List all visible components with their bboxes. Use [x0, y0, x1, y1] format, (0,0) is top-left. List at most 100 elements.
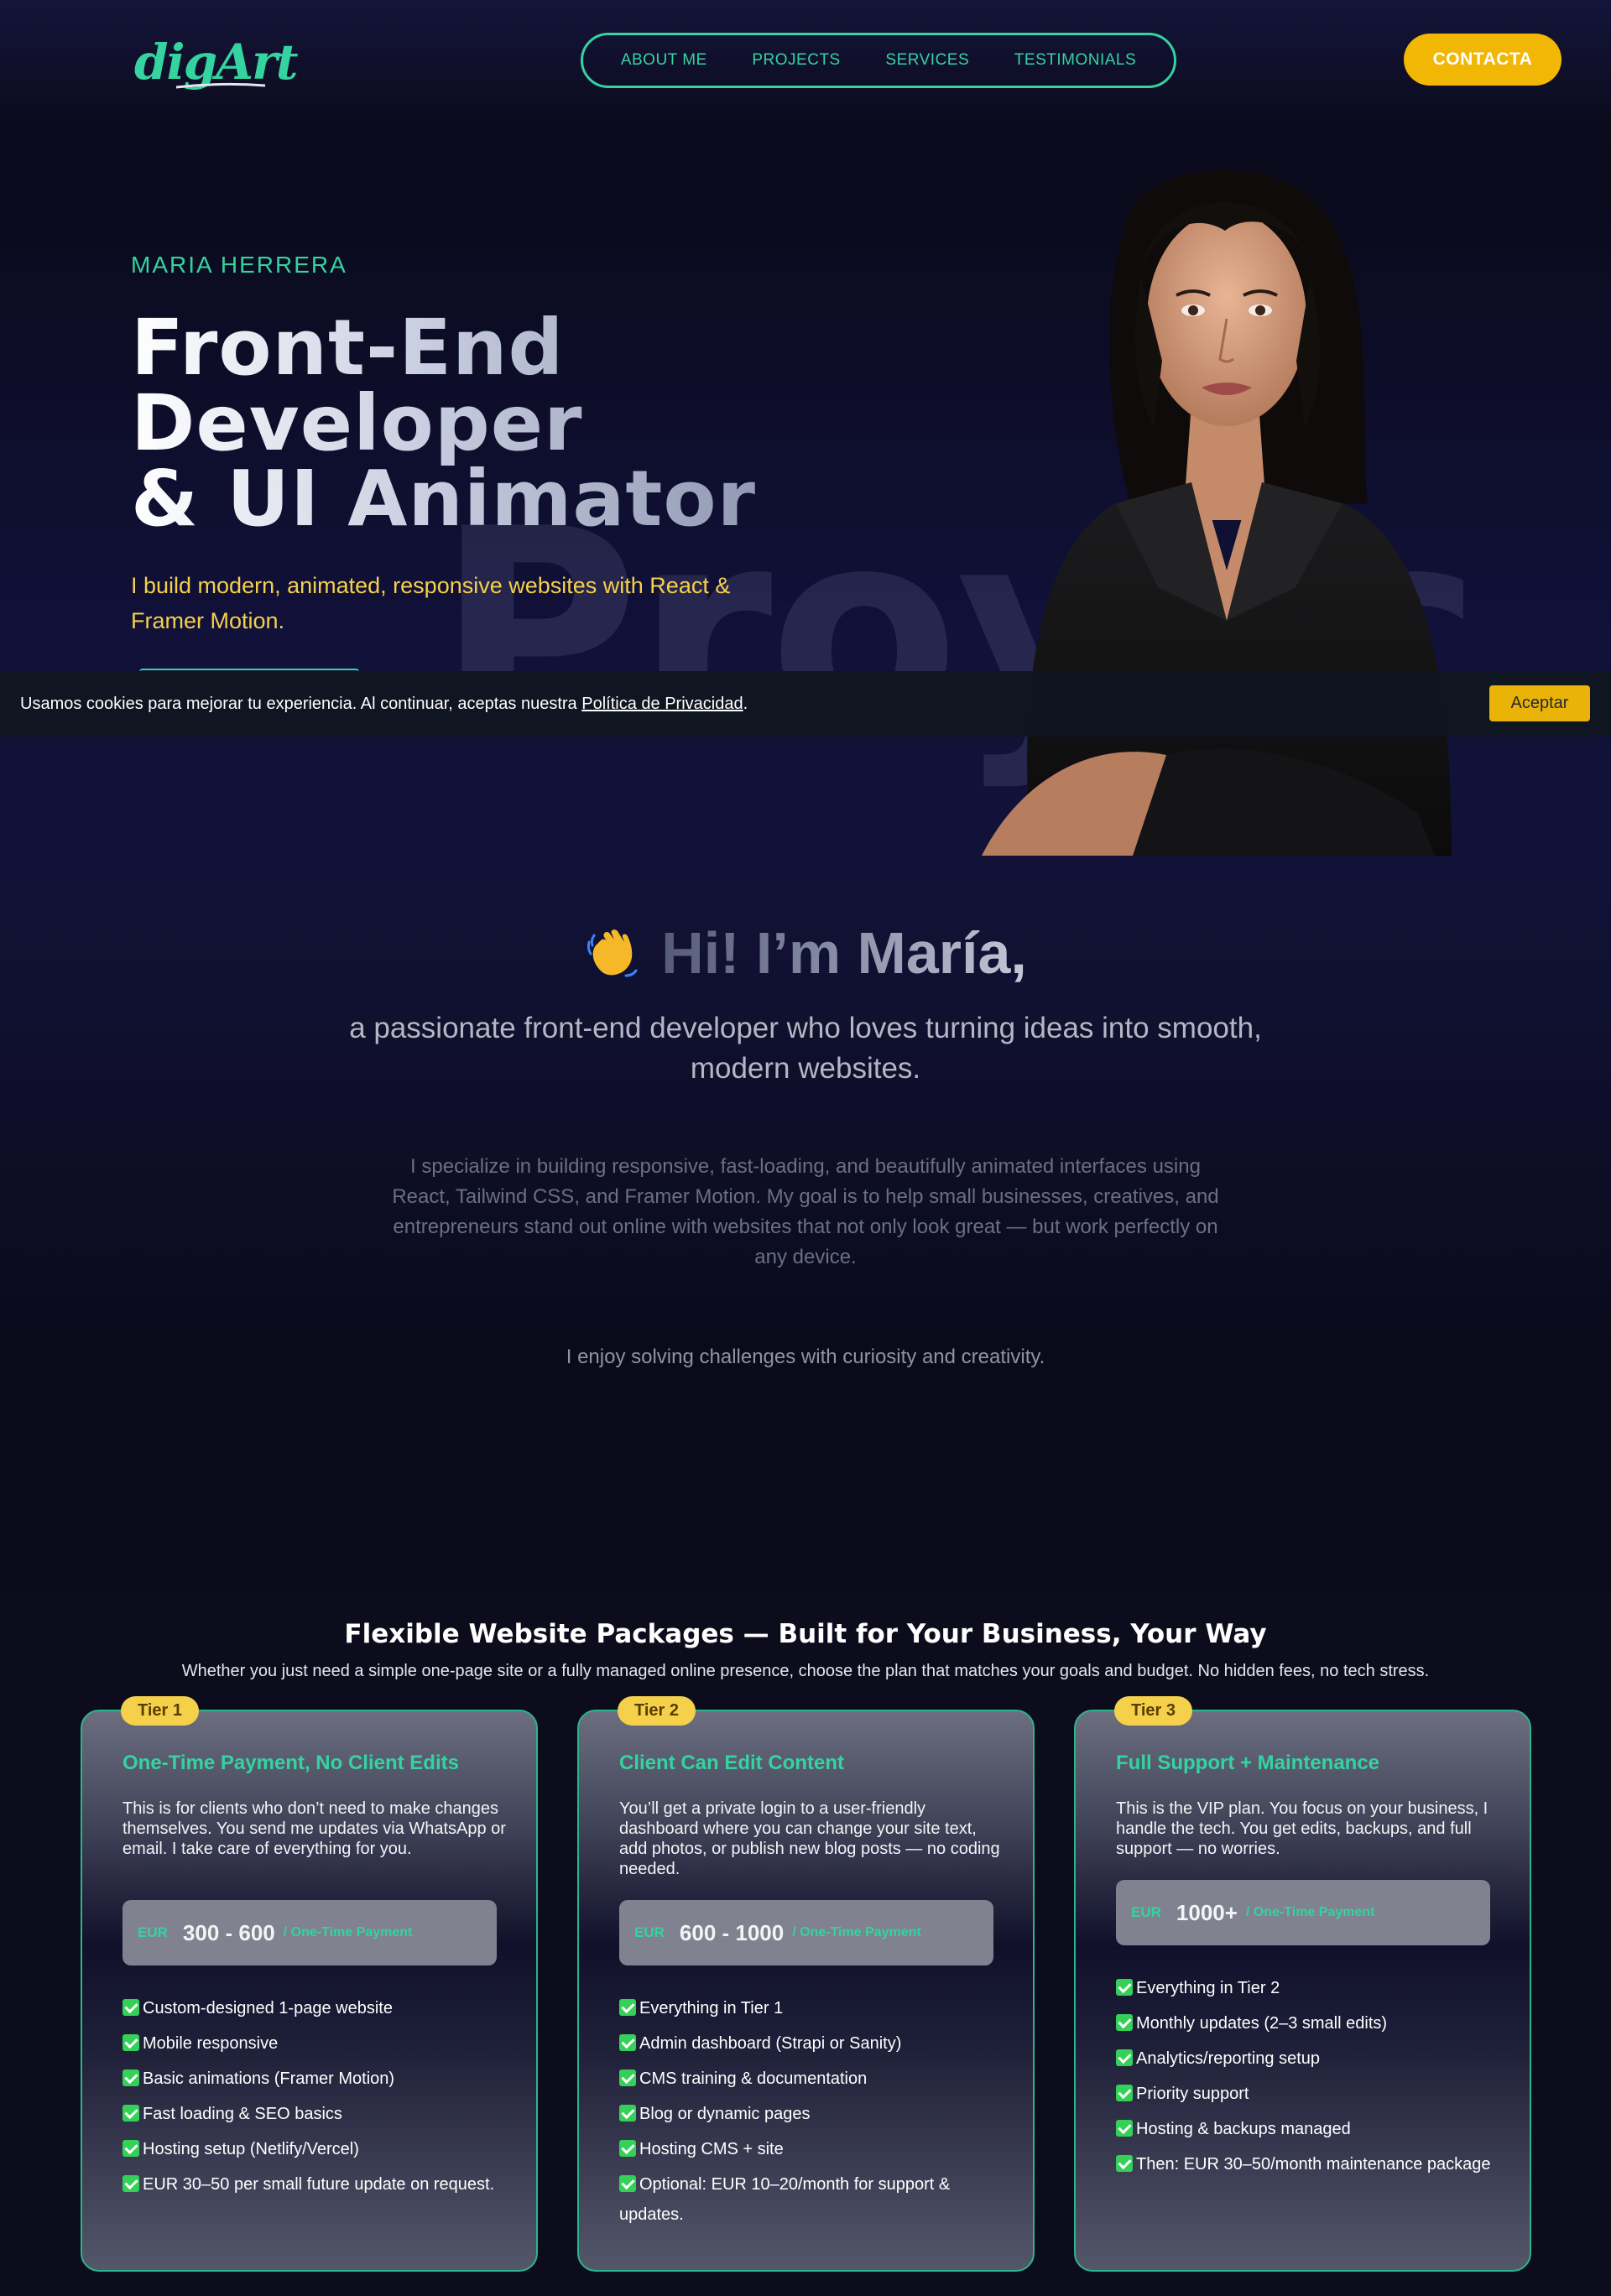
- greeting-text: Hi! I’m María,: [661, 919, 1027, 986]
- tier-badge: Tier 2: [618, 1696, 696, 1726]
- feature-item: Then: EUR 30–50/month maintenance packag…: [1116, 2149, 1494, 2179]
- about-note: I enjoy solving challenges with curiosit…: [566, 1346, 1045, 1368]
- contact-button[interactable]: CONTACTA: [1404, 34, 1561, 86]
- pricing-card-tier-3[interactable]: Tier 3 Full Support + Maintenance This i…: [1074, 1696, 1531, 2272]
- nav-menu: ABOUT ME PROJECTS SERVICES TESTIMONIALS: [581, 33, 1176, 88]
- checkmark-icon: [619, 2105, 636, 2122]
- price-note: / One-Time Payment: [283, 1925, 413, 1939]
- feature-text: Analytics/reporting setup: [1136, 2049, 1321, 2068]
- pricing-card-tier-2[interactable]: Tier 2 Client Can Edit Content You’ll ge…: [577, 1696, 1035, 2272]
- feature-text: Hosting & backups managed: [1136, 2120, 1351, 2138]
- cookie-banner: Usamos cookies para mejorar tu experienc…: [0, 671, 1611, 737]
- cookie-suffix: .: [743, 694, 748, 713]
- price-value: 300 - 600: [182, 1919, 275, 1945]
- feature-item: Hosting & backups managed: [1116, 2114, 1494, 2144]
- feature-item: Optional: EUR 10–20/month for support & …: [619, 2169, 997, 2230]
- feature-item: Mobile responsive: [123, 2028, 500, 2059]
- feature-text: Everything in Tier 2: [1136, 1979, 1280, 1997]
- feature-text: Hosting setup (Netlify/Vercel): [143, 2140, 359, 2158]
- feature-text: EUR 30–50 per small future update on req…: [143, 2175, 495, 2194]
- feature-item: Custom-designed 1-page website: [123, 1993, 500, 2023]
- checkmark-icon: [1116, 2155, 1133, 2172]
- feature-item: Hosting CMS + site: [619, 2134, 997, 2164]
- portrait-photo: [982, 169, 1452, 856]
- nav-link-testimonials[interactable]: TESTIMONIALS: [1014, 51, 1136, 70]
- price-value: 600 - 1000: [679, 1919, 785, 1945]
- checkmark-icon: [619, 1999, 636, 2016]
- card-heading: Client Can Edit Content: [619, 1752, 844, 1774]
- feature-text: Mobile responsive: [143, 2034, 279, 2053]
- about-body: I specialize in building responsive, fas…: [392, 1155, 1219, 1268]
- feature-item: Monthly updates (2–3 small edits): [1116, 2008, 1494, 2038]
- feature-item: Admin dashboard (Strapi or Sanity): [619, 2028, 997, 2059]
- feature-item: Everything in Tier 1: [619, 1993, 997, 2023]
- card-heading: Full Support + Maintenance: [1116, 1752, 1380, 1774]
- price-note: / One-Time Payment: [792, 1925, 921, 1939]
- price-currency: EUR: [1131, 1904, 1161, 1920]
- cookie-text: Usamos cookies para mejorar tu experienc…: [20, 695, 748, 714]
- waving-hand-icon: [587, 929, 638, 977]
- checkmark-icon: [1116, 2049, 1133, 2066]
- checkmark-icon: [1116, 2085, 1133, 2101]
- feature-text: Hosting CMS + site: [639, 2140, 784, 2158]
- packages-subtitle: Whether you just need a simple one-page …: [181, 1662, 1430, 1680]
- pricing-card-tier-1[interactable]: Tier 1 One-Time Payment, No Client Edits…: [81, 1696, 538, 2272]
- feature-item: Hosting setup (Netlify/Vercel): [123, 2134, 500, 2164]
- checkmark-icon: [1116, 1979, 1133, 1996]
- hero-title-line-1: Front-End: [131, 303, 565, 393]
- feature-item: Fast loading & SEO basics: [123, 2099, 500, 2129]
- top-navigation: digArt ABOUT ME PROJECTS SERVICES TESTIM…: [0, 0, 1611, 117]
- card-heading: One-Time Payment, No Client Edits: [123, 1752, 459, 1774]
- checkmark-icon: [123, 2140, 139, 2157]
- feature-text: Basic animations (Framer Motion): [143, 2070, 395, 2088]
- tier-badge: Tier 3: [1114, 1696, 1192, 1726]
- checkmark-icon: [1116, 2014, 1133, 2031]
- logo-swash-icon: [175, 82, 266, 89]
- checkmark-icon: [1116, 2120, 1133, 2137]
- price-box: EUR 600 - 1000 / One-Time Payment: [619, 1900, 993, 1965]
- feature-text: Monthly updates (2–3 small edits): [1136, 2014, 1388, 2033]
- checkmark-icon: [123, 2070, 139, 2086]
- about-greeting: Hi! I’m María,: [0, 914, 1611, 987]
- checkmark-icon: [123, 1999, 139, 2016]
- feature-text: Priority support: [1136, 2085, 1249, 2103]
- feature-item: EUR 30–50 per small future update on req…: [123, 2169, 500, 2200]
- checkmark-icon: [123, 2034, 139, 2051]
- nav-link-about[interactable]: ABOUT ME: [621, 51, 707, 70]
- feature-item: CMS training & documentation: [619, 2064, 997, 2094]
- hero-title-line-3: & UI Animator: [131, 454, 756, 544]
- privacy-policy-link[interactable]: Política de Privacidad: [581, 695, 743, 713]
- cookie-message: Usamos cookies para mejorar tu experienc…: [20, 694, 582, 713]
- page: digArt ABOUT ME PROJECTS SERVICES TESTIM…: [0, 0, 1611, 2296]
- price-box: EUR 1000+ / One-Time Payment: [1116, 1880, 1490, 1945]
- hero-name: MARIA HERRERA: [131, 252, 347, 278]
- hero-title: Front-End Developer & UI Animator: [131, 310, 802, 537]
- feature-text: Admin dashboard (Strapi or Sanity): [639, 2034, 902, 2053]
- feature-list: Everything in Tier 1 Admin dashboard (St…: [619, 1993, 997, 2235]
- feature-text: Then: EUR 30–50/month maintenance packag…: [1136, 2155, 1491, 2174]
- feature-text: Blog or dynamic pages: [639, 2105, 811, 2123]
- feature-text: Custom-designed 1-page website: [143, 1999, 393, 2017]
- card-description: This is the VIP plan. You focus on your …: [1116, 1799, 1488, 1858]
- checkmark-icon: [619, 2034, 636, 2051]
- checkmark-icon: [123, 2105, 139, 2122]
- feature-list: Custom-designed 1-page website Mobile re…: [123, 1993, 500, 2205]
- accept-cookies-button[interactable]: Aceptar: [1489, 685, 1590, 721]
- packages-title: Flexible Website Packages — Built for Yo…: [344, 1619, 1267, 1649]
- checkmark-icon: [123, 2175, 139, 2192]
- about-lead: a passionate front-end developer who lov…: [349, 1012, 1262, 1085]
- feature-item: Analytics/reporting setup: [1116, 2043, 1494, 2074]
- card-description: This is for clients who don’t need to ma…: [123, 1799, 506, 1858]
- feature-text: Fast loading & SEO basics: [143, 2105, 342, 2123]
- nav-link-services[interactable]: SERVICES: [885, 51, 969, 70]
- price-currency: EUR: [634, 1924, 665, 1940]
- hero-subtitle: I build modern, animated, responsive web…: [131, 573, 731, 633]
- logo[interactable]: digArt: [134, 29, 298, 101]
- nav-link-projects[interactable]: PROJECTS: [752, 51, 840, 70]
- feature-text: Optional: EUR 10–20/month for support & …: [619, 2175, 951, 2224]
- feature-item: Blog or dynamic pages: [619, 2099, 997, 2129]
- tier-badge: Tier 1: [121, 1696, 199, 1726]
- feature-item: Everything in Tier 2: [1116, 1973, 1494, 2003]
- feature-text: Everything in Tier 1: [639, 1999, 784, 2017]
- card-description: You’ll get a private login to a user-fri…: [619, 1799, 1000, 1878]
